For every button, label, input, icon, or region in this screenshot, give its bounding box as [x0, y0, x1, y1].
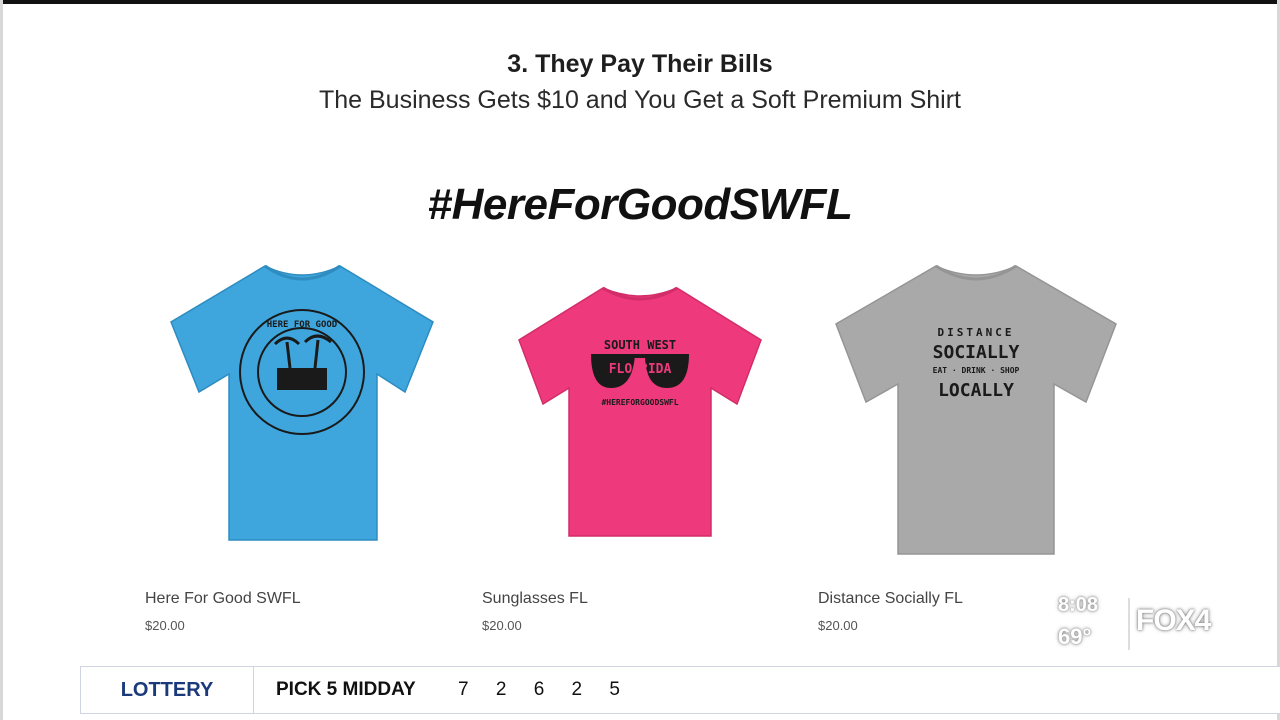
product-image-sunglasses[interactable]: SOUTH WEST FLO RIDA #HEREFORGOODSWFL	[515, 284, 765, 540]
ticker-game-name: PICK 5 MIDDAY	[276, 679, 416, 700]
ticker-label: LOTTERY	[80, 667, 254, 713]
station-bug: 8:08 69° FOX4	[1058, 594, 1258, 654]
product-price: $20.00	[818, 618, 858, 633]
product-name-sunglasses[interactable]: Sunglasses FL	[482, 590, 588, 608]
tshirt-icon	[170, 264, 434, 541]
hashtag-heading: #HereForGoodSWFL	[427, 180, 853, 229]
step-title: 3. They Pay Their Bills	[507, 50, 773, 78]
lottery-ticker: LOTTERY PICK 5 MIDDAY 7 2 6 2 5	[80, 666, 1280, 714]
product-image-distance-socially[interactable]: DISTANCE SOCIALLY EAT · DRINK · SHOP LOC…	[832, 262, 1120, 558]
station-logo: FOX4	[1136, 604, 1211, 637]
shirt-print-line1: DISTANCE	[937, 326, 1015, 339]
shirt-print-line2: SOCIALLY	[932, 342, 1020, 363]
top-border	[0, 0, 1280, 4]
product-image-here-for-good[interactable]: HERE FOR GOOD	[165, 262, 440, 544]
clock-time: 8:08	[1058, 594, 1099, 616]
product-name-here-for-good[interactable]: Here For Good SWFL	[145, 590, 301, 608]
shirt-print-line3: EAT · DRINK · SHOP	[932, 366, 1020, 375]
temperature: 69°	[1058, 624, 1092, 649]
shirt-print-line1: SOUTH WEST	[603, 338, 677, 352]
shirt-print-line4: LOCALLY	[938, 380, 1014, 401]
bug-divider	[1128, 598, 1130, 650]
product-name-distance-socially[interactable]: Distance Socially FL	[818, 590, 963, 608]
step-subtitle: The Business Gets $10 and You Get a Soft…	[318, 86, 962, 114]
product-price: $20.00	[145, 618, 185, 633]
tshirt-icon	[518, 286, 762, 537]
shirt-print-line2: FLO RIDA	[608, 362, 672, 377]
shirt-print-line3: #HEREFORGOODSWFL	[601, 398, 679, 407]
tshirt-icon	[835, 264, 1117, 555]
product-price: $20.00	[482, 618, 522, 633]
shirt-print-text: HERE FOR GOOD	[266, 320, 338, 330]
ticker-numbers: 7 2 6 2 5	[458, 679, 631, 700]
